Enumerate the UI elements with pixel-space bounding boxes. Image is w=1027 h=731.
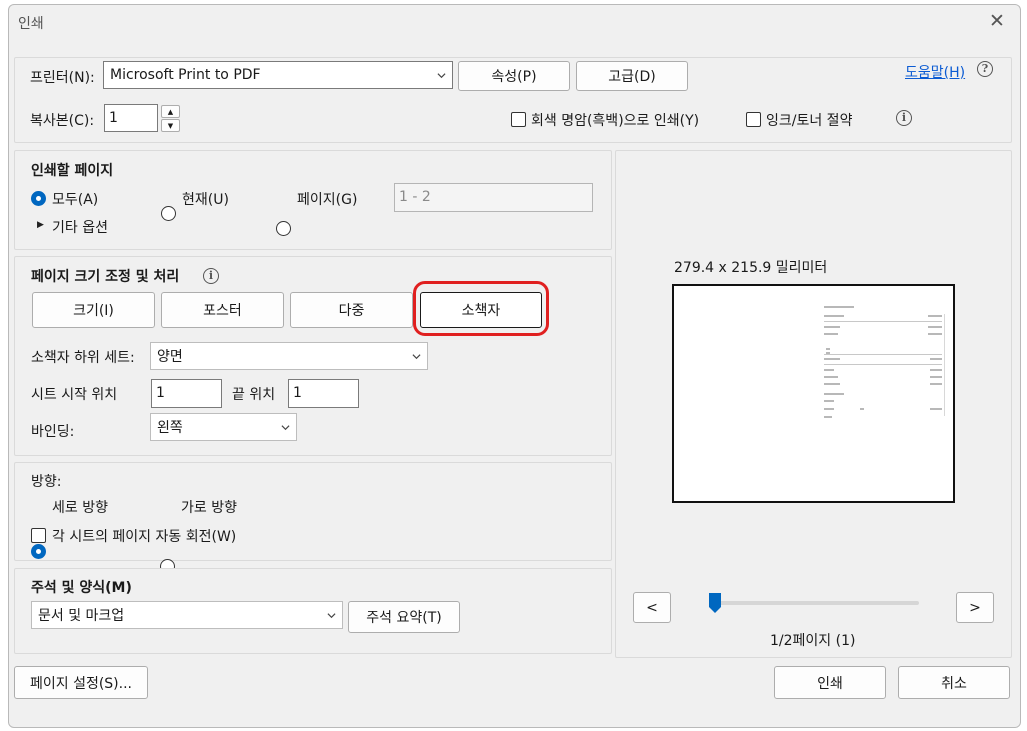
save-ink-checkbox[interactable] [746,112,761,127]
radio-portrait-label[interactable]: 세로 방향 [52,497,108,517]
radio-portrait[interactable] [31,544,46,559]
chevron-down-icon [437,72,446,78]
radio-landscape-label[interactable]: 가로 방향 [181,497,237,517]
preview-line [824,364,942,365]
preview-line [824,358,840,360]
auto-rotate-label[interactable]: 각 시트의 페이지 자동 회전(W) [52,526,236,546]
preview-line [824,393,844,395]
tab-poster[interactable]: 포스터 [161,292,284,328]
binding-value: 왼쪽 [157,420,183,436]
page-slider-track[interactable] [714,601,919,605]
cancel-button[interactable]: 취소 [898,666,1010,699]
expand-arrow-icon[interactable]: ▶ [37,220,44,230]
page-preview [672,284,955,503]
print-button[interactable]: 인쇄 [774,666,886,699]
page-range-input[interactable]: 1 - 2 [394,183,593,212]
tab-size[interactable]: 크기(I) [32,292,155,328]
preview-line [860,408,864,410]
preview-line [824,321,942,322]
advanced-button[interactable]: 고급(D) [576,61,688,91]
more-options-label[interactable]: 기타 옵션 [52,217,108,237]
preview-line [824,376,838,378]
preview-line [930,383,942,385]
radio-pages[interactable] [276,221,291,236]
preview-line [928,315,942,317]
summarize-comments-button[interactable]: 주석 요약(T) [348,601,460,633]
printer-selected-value: Microsoft Print to PDF [110,67,261,83]
preview-line [944,314,945,416]
preview-line [930,369,942,371]
subset-value: 양면 [157,349,183,365]
radio-all[interactable] [31,191,46,206]
preview-line [824,315,844,317]
radio-current[interactable] [161,206,176,221]
radio-current-label[interactable]: 현재(U) [182,189,229,209]
preview-line [824,326,840,328]
preview-line [930,408,942,410]
arrow-down-icon: ▼ [167,121,174,130]
preview-line [930,376,942,378]
preview-line [824,369,834,371]
window-title: 인쇄 [18,16,44,32]
chevron-down-icon [327,612,336,618]
preview-line [928,333,942,335]
chevron-down-icon [412,353,421,359]
preview-line [824,400,834,402]
page-setup-button[interactable]: 페이지 설정(S)... [14,666,148,699]
auto-rotate-checkbox[interactable] [31,528,46,543]
properties-button[interactable]: 속성(P) [458,61,570,91]
slider-handle-icon [709,593,721,613]
comments-value: 문서 및 마크업 [38,608,125,624]
booklet-highlight [413,281,549,336]
help-icon[interactable]: ? [977,61,993,77]
preview-line [824,408,834,410]
radio-pages-label[interactable]: 페이지(G) [297,189,357,209]
binding-select[interactable]: 왼쪽 [150,413,297,441]
preview-line [826,348,830,350]
pages-to-print-title: 인쇄할 페이지 [31,163,114,179]
copies-decrement[interactable]: ▼ [161,119,180,132]
page-indicator: 1/2페이지 (1) [770,633,856,649]
copies-increment[interactable]: ▲ [161,105,180,118]
orientation-title: 방향: [31,474,62,490]
printer-label: 프린터(N): [30,70,95,86]
close-icon[interactable]: ✕ [984,8,1010,34]
chevron-down-icon [281,424,290,430]
copies-label: 복사본(C): [30,113,95,129]
grayscale-checkbox[interactable] [511,112,526,127]
prev-page-button[interactable]: < [633,592,671,623]
help-link[interactable]: 도움말(H) [905,62,965,82]
sheet-start-label: 시트 시작 위치 [31,387,118,403]
preview-line [824,416,832,418]
subset-label: 소책자 하위 세트: [31,350,135,366]
sheet-end-input[interactable]: 1 [288,379,359,408]
sheet-start-input[interactable]: 1 [151,379,222,408]
binding-label: 바인딩: [31,424,75,440]
preview-line [824,354,942,355]
grayscale-label[interactable]: 회색 명암(흑백)으로 인쇄(Y) [531,110,699,130]
arrow-up-icon: ▲ [167,107,174,116]
preview-line [824,306,854,308]
page-slider-handle[interactable] [708,592,722,614]
info-icon[interactable]: i [203,268,219,284]
comments-title: 주석 및 양식(M) [31,580,132,596]
copies-input[interactable]: 1 [104,104,158,132]
printer-select[interactable]: Microsoft Print to PDF [103,61,453,89]
tab-multiple[interactable]: 다중 [290,292,413,328]
paper-size-label: 279.4 x 215.9 밀리미터 [674,260,828,276]
subset-select[interactable]: 양면 [150,342,428,370]
preview-line [930,358,942,360]
info-icon[interactable]: i [896,110,912,126]
next-page-button[interactable]: > [956,592,994,623]
sheet-end-label: 끝 위치 [232,387,276,403]
page-sizing-title: 페이지 크기 조정 및 처리 [31,269,180,285]
preview-line [824,383,840,385]
comments-select[interactable]: 문서 및 마크업 [31,601,343,629]
radio-all-label[interactable]: 모두(A) [52,189,98,209]
preview-line [928,326,942,328]
preview-line [824,333,838,335]
save-ink-label[interactable]: 잉크/토너 절약 [766,110,852,130]
